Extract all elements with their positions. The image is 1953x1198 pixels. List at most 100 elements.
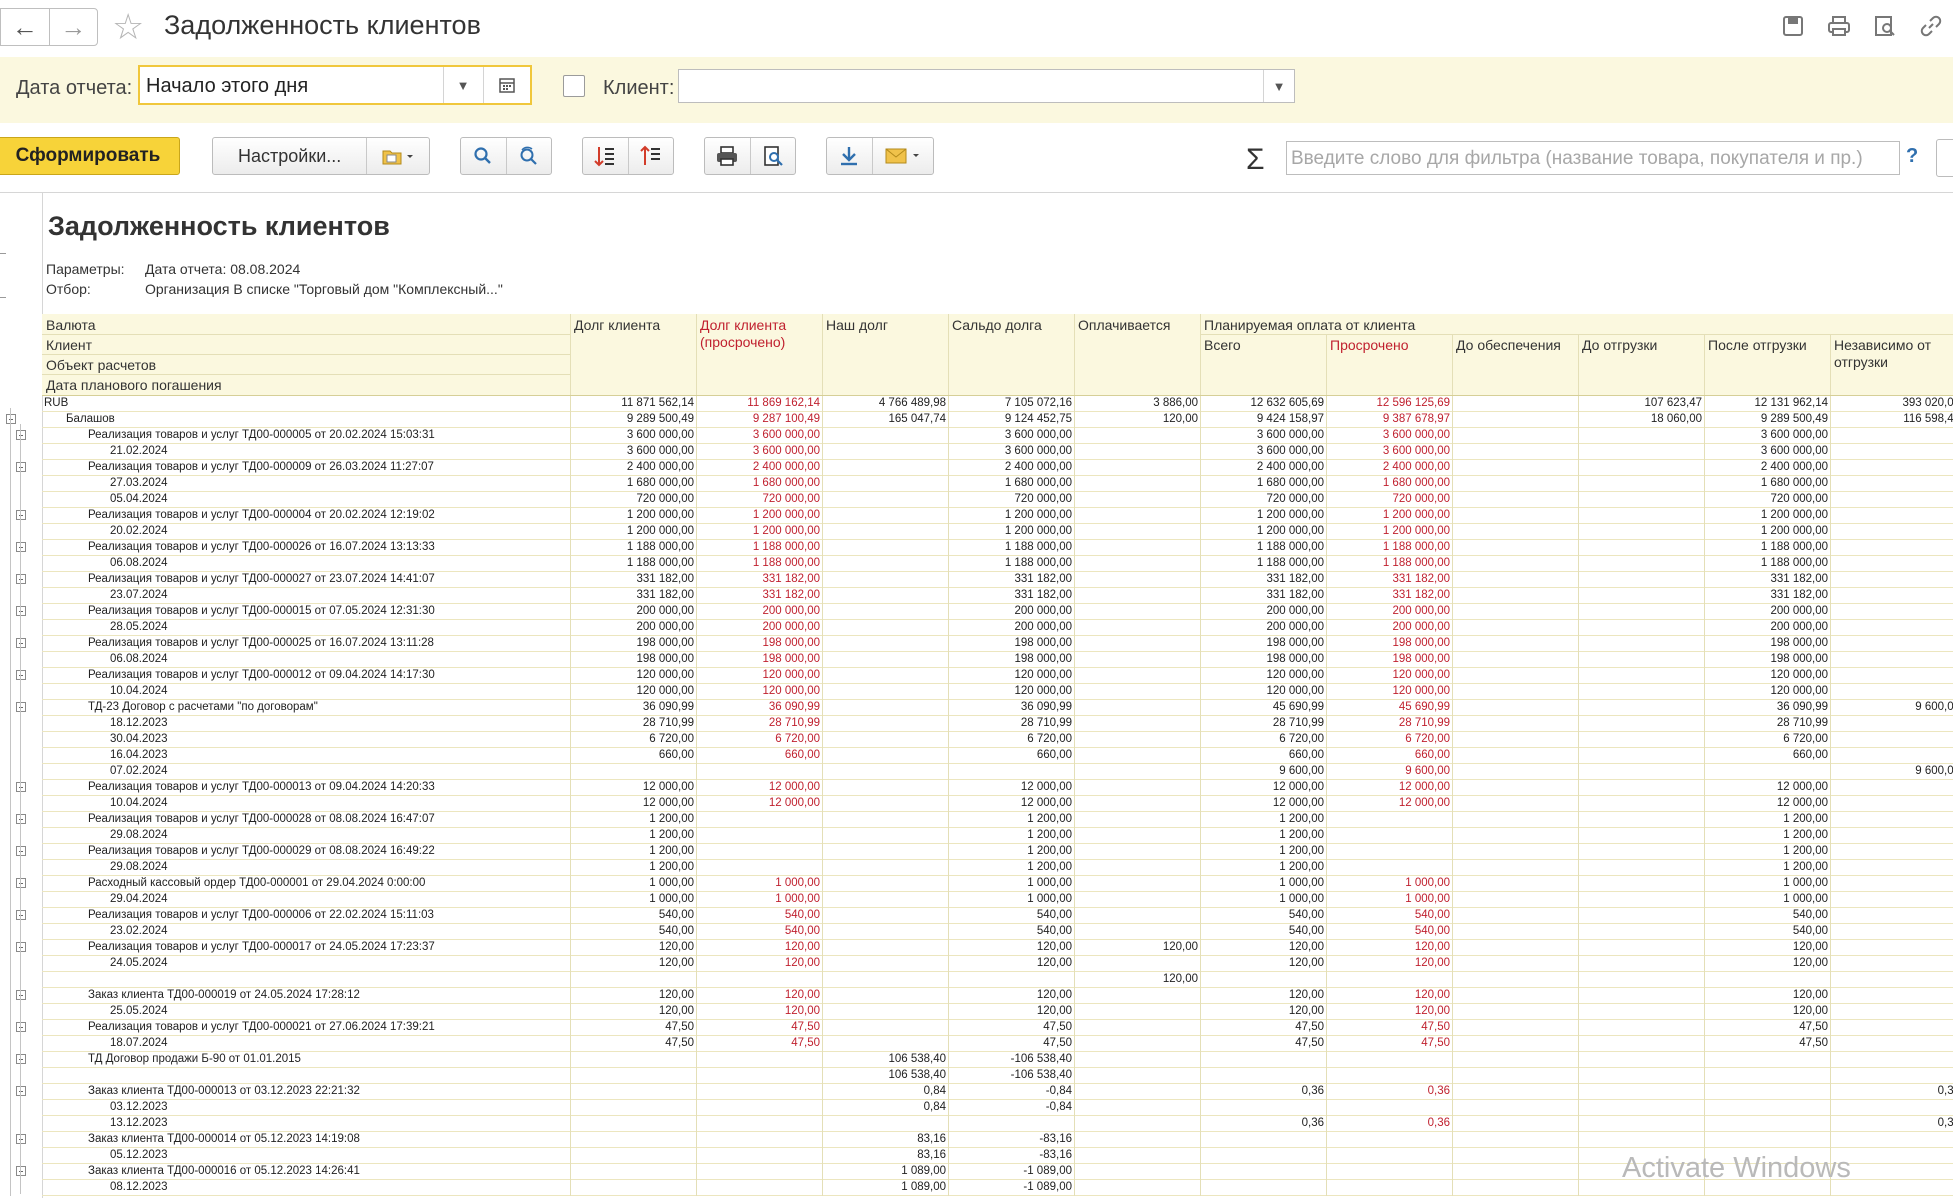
table-row[interactable]: Реализация товаров и услуг ТД00-000013 о… [0, 780, 1953, 796]
filter-input[interactable]: Введите слово для фильтра (название това… [1286, 141, 1900, 175]
link-icon[interactable] [1917, 12, 1945, 40]
table-row[interactable]: 03.12.2023 0,84 -0,84 [0, 1100, 1953, 1116]
collapse-toggle-icon[interactable] [16, 702, 26, 712]
table-row[interactable]: 25.05.2024 120,00 120,00 120,00 120,00 120,00… [0, 1004, 1953, 1020]
table-row[interactable]: 07.02.2024 9 600,00 9 600,00 9 600,00 [0, 764, 1953, 780]
table-row[interactable]: Реализация товаров и услуг ТД00-000009 о… [0, 460, 1953, 476]
variants-folder-button[interactable] [366, 138, 429, 174]
table-row[interactable]: Заказ клиента ТД00-000014 от 05.12.2023 … [0, 1132, 1953, 1148]
preview-icon[interactable] [1871, 12, 1899, 40]
download-icon[interactable] [827, 138, 872, 174]
collapse-groups-icon[interactable] [627, 138, 674, 174]
table-row[interactable]: 27.03.2024 1 680 000,00 1 680 000,00 1 680 … [0, 476, 1953, 492]
table-row[interactable]: 24.05.2024 120,00 120,00 120,00 120,00 120,00… [0, 956, 1953, 972]
table-row[interactable]: 28.05.2024 200 000,00 200 000,00 200 000,00… [0, 620, 1953, 636]
collapse-toggle-icon[interactable] [16, 510, 26, 520]
save-icon[interactable] [1779, 12, 1807, 40]
table-row[interactable]: Балашов 9 289 500,49 9 287 100,49 165 047,7… [0, 412, 1953, 428]
collapse-toggle-icon[interactable] [16, 878, 26, 888]
collapse-toggle-icon[interactable] [16, 670, 26, 680]
table-row[interactable]: Реализация товаров и услуг ТД00-000028 о… [0, 812, 1953, 828]
collapse-toggle-icon[interactable] [16, 1054, 26, 1064]
table-row[interactable]: 18.07.2024 47,50 47,50 47,50 47,50 47,50 47,50 [0, 1036, 1953, 1052]
collapse-toggle-icon[interactable] [16, 1022, 26, 1032]
table-row[interactable]: Реализация товаров и услуг ТД00-000021 о… [0, 1020, 1953, 1036]
table-row[interactable]: 120,00 [0, 972, 1953, 988]
table-row[interactable]: 16.04.2023 660,00 660,00 660,00 660,00 660,00… [0, 748, 1953, 764]
sum-icon[interactable]: Σ [1246, 143, 1265, 177]
table-row[interactable]: Заказ клиента ТД00-000019 от 24.05.2024 … [0, 988, 1953, 1004]
table-row[interactable]: Реализация товаров и услуг ТД00-000006 о… [0, 908, 1953, 924]
table-row[interactable]: Реализация товаров и услуг ТД00-000025 о… [0, 636, 1953, 652]
table-row[interactable]: 18.12.2023 28 710,99 28 710,99 28 710,99 28 … [0, 716, 1953, 732]
table-row[interactable]: 13.12.2023 0,36 0,36 0,36 [0, 1116, 1953, 1132]
table-row[interactable]: Реализация товаров и услуг ТД00-000029 о… [0, 844, 1953, 860]
collapse-toggle-icon[interactable] [16, 638, 26, 648]
help-icon[interactable]: ? [1906, 145, 1918, 168]
table-row[interactable]: Реализация товаров и услуг ТД00-000017 о… [0, 940, 1953, 956]
collapse-toggle-icon[interactable] [16, 462, 26, 472]
chevron-down-icon[interactable]: ▼ [443, 67, 482, 103]
table-row[interactable]: RUB 11 871 562,14 11 869 162,14 4 766 489,9… [0, 396, 1953, 412]
collapse-toggle-icon[interactable] [16, 1166, 26, 1176]
cell-value: 120,00 [1288, 957, 1324, 969]
collapse-toggle-icon[interactable] [16, 846, 26, 856]
collapse-toggle-icon[interactable] [16, 1086, 26, 1096]
table-row[interactable]: 29.08.2024 1 200,00 1 200,00 1 200,00 1 200,… [0, 860, 1953, 876]
table-row[interactable]: ТД Договор продажи Б-90 от 01.01.2015 106… [0, 1052, 1953, 1068]
print-preview-icon[interactable] [749, 138, 796, 174]
arrow-left-icon[interactable]: ← [1, 9, 49, 45]
collapse-toggle-icon[interactable] [16, 1134, 26, 1144]
table-row[interactable]: Реализация товаров и услуг ТД00-000026 о… [0, 540, 1953, 556]
collapse-toggle-icon[interactable] [16, 814, 26, 824]
collapse-toggle-icon[interactable] [16, 782, 26, 792]
table-row[interactable]: 20.02.2024 1 200 000,00 1 200 000,00 1 200 … [0, 524, 1953, 540]
collapse-toggle-icon[interactable] [6, 414, 16, 424]
table-row[interactable]: 30.04.2023 6 720,00 6 720,00 6 720,00 6 720,… [0, 732, 1953, 748]
table-row[interactable]: 29.08.2024 1 200,00 1 200,00 1 200,00 1 200,… [0, 828, 1953, 844]
column-divider [1326, 334, 1327, 396]
print-icon[interactable] [705, 138, 750, 174]
generate-button[interactable]: Сформировать [0, 137, 180, 175]
star-icon[interactable]: ☆ [112, 6, 144, 48]
table-row[interactable]: ТД-23 Договор с расчетами "по договорам"… [0, 700, 1953, 716]
expand-groups-icon[interactable] [583, 138, 628, 174]
client-filter-checkbox[interactable] [563, 75, 585, 97]
collapse-toggle-icon[interactable] [16, 430, 26, 440]
collapse-toggle-icon[interactable] [16, 542, 26, 552]
table-row[interactable]: Реализация товаров и услуг ТД00-000015 о… [0, 604, 1953, 620]
client-field[interactable]: ▼ [678, 69, 1295, 103]
table-row[interactable]: 106 538,40 -106 538,40 [0, 1068, 1953, 1084]
table-row[interactable]: Заказ клиента ТД00-000013 от 03.12.2023 … [0, 1084, 1953, 1100]
table-row[interactable]: 06.08.2024 198 000,00 198 000,00 198 000,00… [0, 652, 1953, 668]
collapse-toggle-icon[interactable] [16, 942, 26, 952]
table-row[interactable]: 23.02.2024 540,00 540,00 540,00 540,00 540,00… [0, 924, 1953, 940]
print-icon[interactable] [1825, 12, 1853, 40]
collapse-toggle-icon[interactable] [16, 990, 26, 1000]
search-next-icon[interactable] [505, 138, 552, 174]
arrow-right-icon[interactable]: → [48, 9, 98, 45]
table-row[interactable]: Реализация товаров и услуг ТД00-000012 о… [0, 668, 1953, 684]
table-row[interactable]: 23.07.2024 331 182,00 331 182,00 331 182,00… [0, 588, 1953, 604]
chevron-down-icon[interactable]: ▼ [1263, 70, 1294, 102]
collapse-toggle-icon[interactable] [16, 606, 26, 616]
collapse-toggle-icon[interactable] [16, 910, 26, 920]
table-row[interactable]: Реализация товаров и услуг ТД00-000027 о… [0, 572, 1953, 588]
report-date-field[interactable]: Начало этого дня ▼ [138, 65, 532, 105]
report-date-value[interactable]: Начало этого дня [146, 75, 308, 98]
table-row[interactable]: Реализация товаров и услуг ТД00-000005 о… [0, 428, 1953, 444]
table-row[interactable]: Расходный кассовый ордер ТД00-000001 от … [0, 876, 1953, 892]
email-icon[interactable] [871, 138, 933, 174]
table-row[interactable]: 29.04.2024 1 000,00 1 000,00 1 000,00 1 000,… [0, 892, 1953, 908]
table-row[interactable]: 21.02.2024 3 600 000,00 3 600 000,00 3 600 … [0, 444, 1953, 460]
table-row[interactable]: 10.04.2024 12 000,00 12 000,00 12 000,00 12 … [0, 796, 1953, 812]
table-row[interactable]: 06.08.2024 1 188 000,00 1 188 000,00 1 188 … [0, 556, 1953, 572]
settings-button[interactable]: Настройки... [213, 138, 366, 174]
more-button[interactable] [1936, 139, 1953, 177]
calendar-icon[interactable] [483, 67, 530, 103]
collapse-toggle-icon[interactable] [16, 574, 26, 584]
table-row[interactable]: 05.04.2024 720 000,00 720 000,00 720 000,00… [0, 492, 1953, 508]
table-row[interactable]: Реализация товаров и услуг ТД00-000004 о… [0, 508, 1953, 524]
search-icon[interactable] [461, 138, 506, 174]
table-row[interactable]: 10.04.2024 120 000,00 120 000,00 120 000,00… [0, 684, 1953, 700]
